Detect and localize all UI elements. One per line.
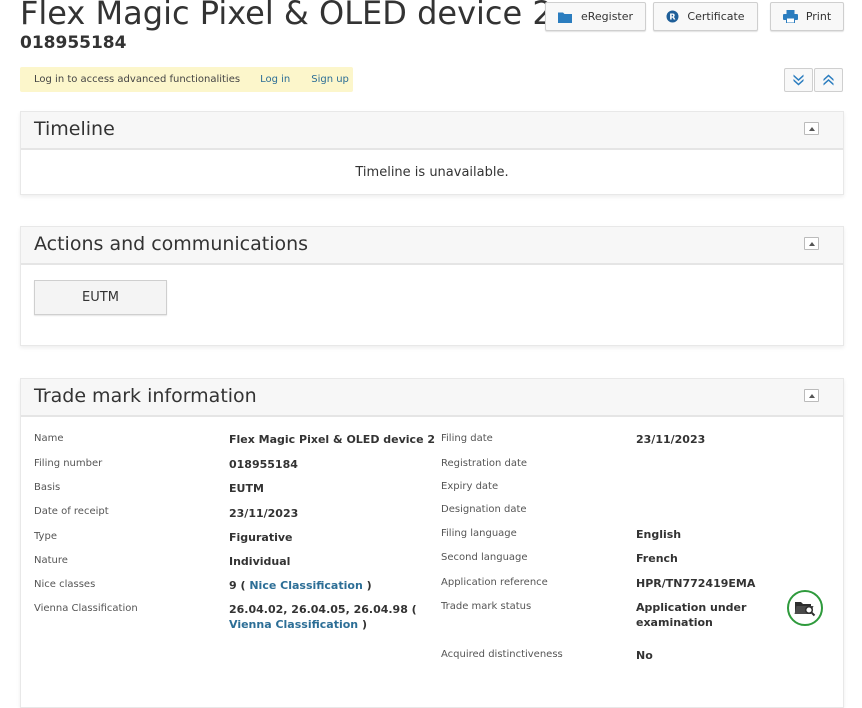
status-line-2: examination — [636, 616, 713, 629]
vienna-classification-label: Vienna Classification — [34, 603, 138, 614]
login-notice: Log in to access advanced functionalitie… — [20, 67, 353, 92]
trademark-panel: Trade mark information Name Flex Magic P… — [20, 378, 844, 708]
type-value: Figurative — [229, 531, 293, 544]
signup-link[interactable]: Sign up — [311, 74, 349, 85]
eregister-button[interactable]: eRegister — [545, 2, 646, 31]
double-chevron-down-icon — [793, 71, 804, 90]
svg-text:R: R — [670, 13, 676, 22]
caret-up-icon — [808, 393, 815, 398]
second-language-label: Second language — [441, 552, 528, 563]
trademark-collapse-button[interactable] — [804, 389, 819, 402]
status-line-1: Application under — [636, 601, 747, 614]
page-title: Flex Magic Pixel & OLED device 2 — [20, 0, 553, 32]
filing-number-label: Filing number — [34, 458, 103, 469]
timeline-message: Timeline is unavailable. — [355, 165, 509, 180]
print-label: Print — [805, 10, 832, 23]
application-reference-value: HPR/TN772419EMA — [636, 577, 756, 590]
folder-icon — [557, 11, 573, 23]
acquired-distinctiveness-label: Acquired distinctiveness — [441, 649, 563, 660]
actions-collapse-button[interactable] — [804, 237, 819, 250]
name-value: Flex Magic Pixel & OLED device 2 — [229, 433, 436, 446]
vienna-codes: 26.04.02, 26.04.05, 26.04.98 ( — [229, 603, 417, 616]
certificate-label: Certificate — [687, 10, 745, 23]
acquired-distinctiveness-value: No — [636, 649, 653, 662]
basis-value: EUTM — [229, 482, 264, 495]
nice-classes-label: Nice classes — [34, 579, 96, 590]
nice-classification-link[interactable]: Nice Classification — [249, 579, 362, 592]
second-language-value: French — [636, 552, 678, 565]
nice-suffix: ) — [362, 579, 372, 592]
vienna-classification-value: 26.04.02, 26.04.05, 26.04.98 ( Vienna Cla… — [229, 602, 417, 632]
trade-mark-status-value: Application under examination — [636, 600, 746, 630]
printer-icon — [782, 10, 798, 23]
date-of-receipt-value: 23/11/2023 — [229, 507, 299, 520]
basis-label: Basis — [34, 482, 61, 493]
filing-number-value: 018955184 — [229, 458, 298, 471]
timeline-header: Timeline — [21, 112, 843, 150]
certificate-button[interactable]: R Certificate — [653, 2, 758, 31]
vienna-classification-link[interactable]: Vienna Classification — [229, 618, 358, 631]
trademark-title: Trade mark information — [34, 385, 257, 407]
caret-up-icon — [808, 126, 815, 131]
expand-all-button[interactable] — [784, 68, 813, 92]
filing-date-label: Filing date — [441, 433, 493, 444]
nice-classes-value: 9 ( Nice Classification ) — [229, 578, 372, 593]
actions-title: Actions and communications — [34, 233, 309, 255]
print-button[interactable]: Print — [770, 2, 844, 31]
registered-icon: R — [666, 10, 679, 23]
login-message: Log in to access advanced functionalitie… — [34, 74, 241, 85]
double-chevron-up-icon — [823, 71, 834, 90]
eutm-button[interactable]: EUTM — [34, 280, 167, 315]
vienna-suffix: ) — [358, 618, 367, 631]
collapse-all-button[interactable] — [814, 68, 843, 92]
timeline-title: Timeline — [34, 118, 115, 140]
date-of-receipt-label: Date of receipt — [34, 506, 109, 517]
caret-up-icon — [808, 241, 815, 246]
trade-mark-status-label: Trade mark status — [441, 601, 532, 612]
eregister-label: eRegister — [580, 10, 634, 23]
name-label: Name — [34, 433, 64, 444]
actions-panel: Actions and communications EUTM — [20, 226, 844, 346]
nature-label: Nature — [34, 555, 68, 566]
nature-value: Individual — [229, 555, 291, 568]
timeline-panel: Timeline Timeline is unavailable. — [20, 111, 844, 195]
registration-date-label: Registration date — [441, 458, 528, 469]
filing-date-value: 23/11/2023 — [636, 433, 706, 446]
type-label: Type — [34, 531, 57, 542]
folder-search-icon[interactable] — [787, 590, 823, 626]
application-reference-label: Application reference — [441, 577, 548, 588]
filing-language-value: English — [636, 528, 682, 541]
filing-language-label: Filing language — [441, 528, 517, 539]
timeline-collapse-button[interactable] — [804, 122, 819, 135]
application-number: 018955184 — [20, 33, 127, 53]
nice-class-number: 9 ( — [229, 579, 250, 592]
login-link[interactable]: Log in — [260, 74, 290, 85]
designation-date-label: Designation date — [441, 504, 527, 515]
expiry-date-label: Expiry date — [441, 481, 499, 492]
actions-header: Actions and communications — [21, 227, 843, 265]
trademark-header: Trade mark information — [21, 379, 843, 417]
